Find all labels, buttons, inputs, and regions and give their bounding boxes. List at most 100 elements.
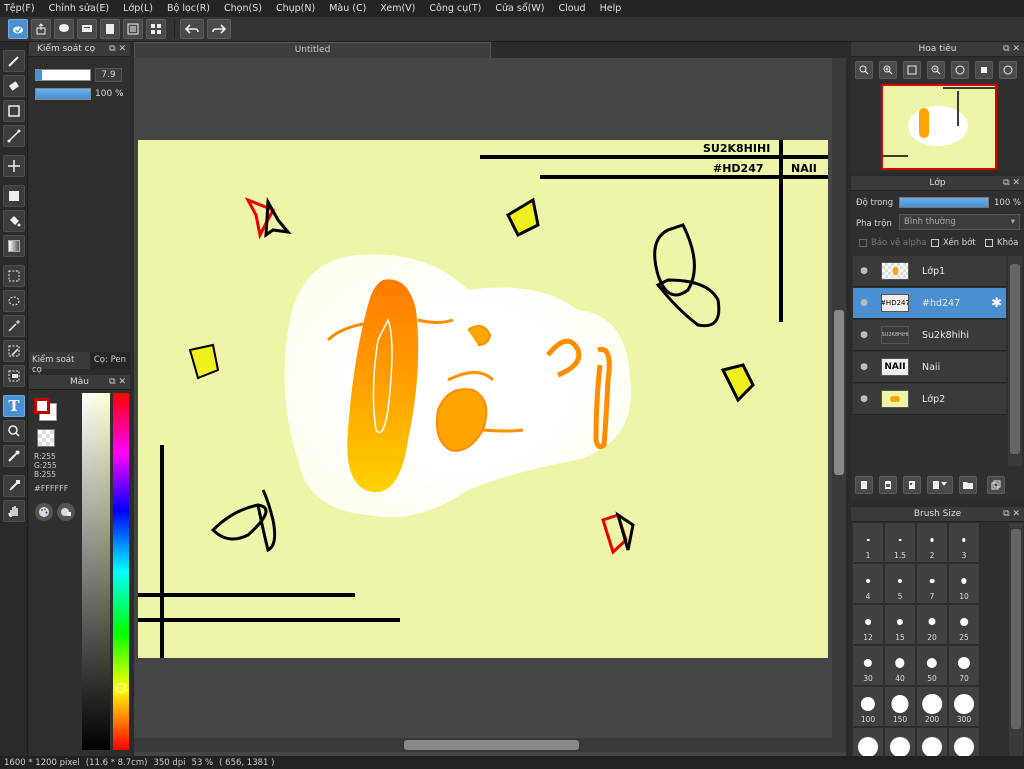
brush-size-option[interactable] [885,728,916,756]
menu-view[interactable]: Xem(V) [380,3,415,14]
tab-brush-control[interactable]: Kiểm soát cọ [29,352,90,375]
brush-size-option[interactable]: 40 [885,646,916,686]
brush-size-option[interactable]: 2 [917,523,948,563]
brush-size-option[interactable]: 15 [885,605,916,645]
brush-size-option[interactable]: 7 [917,564,948,604]
text-tool-icon[interactable]: T [3,395,25,417]
artwork-canvas[interactable]: SU2K8HIHI #HD247 NAII [138,140,828,658]
brush-opacity-slider[interactable] [35,88,91,100]
panel-float-close-icon[interactable]: ⧉ ✕ [109,377,126,387]
brush-size-option[interactable]: 25 [949,605,980,645]
panel-float-close-icon[interactable]: ⧉ ✕ [109,44,126,54]
brush-size-option[interactable]: 12 [853,605,884,645]
reset-view-icon[interactable] [975,61,993,79]
saturation-value-picker[interactable] [82,393,110,750]
layer-item[interactable]: ● SU2K8HIHI Su2k8hihi [853,320,1006,351]
rotate-left-icon[interactable] [951,61,969,79]
brush-size-option[interactable]: 30 [853,646,884,686]
protect-alpha-checkbox[interactable]: Bảo vệ alpha [859,238,926,248]
menu-layer[interactable]: Lớp(L) [123,3,153,14]
menu-window[interactable]: Cửa sổ(W) [495,3,544,14]
layer-item[interactable]: ● Lớp1 [853,256,1006,287]
new-8bit-layer-icon[interactable] [903,476,921,494]
duplicate-layer-icon[interactable] [987,476,1005,494]
layer-item[interactable]: ● Lớp2 [853,384,1006,415]
rect-tool-icon[interactable] [3,100,25,122]
brush-size-option[interactable]: 5 [885,564,916,604]
zoom-out-icon[interactable] [927,61,945,79]
visibility-dot-icon[interactable]: ● [857,362,871,372]
menu-select[interactable]: Chọn(S) [224,3,262,14]
lock-checkbox[interactable]: Khóa [985,238,1018,248]
new-layer-icon[interactable] [855,476,873,494]
lasso-tool-icon[interactable] [3,290,25,312]
horizontal-scrollbar[interactable] [134,738,846,752]
cloud-icon[interactable] [8,19,28,39]
zoom-in-icon[interactable] [879,61,897,79]
hand-tool-icon[interactable] [3,500,25,522]
zoom-fit-icon[interactable] [855,61,873,79]
brush-size-scroll-thumb[interactable] [1011,529,1021,729]
brush-size-option[interactable]: 10 [949,564,980,604]
export-icon[interactable] [31,19,51,39]
menu-edit[interactable]: Chỉnh sửa(E) [49,3,110,14]
brush-size-option[interactable]: 3 [949,523,980,563]
select-pen-tool-icon[interactable] [3,340,25,362]
brush-size-option[interactable]: 20 [917,605,948,645]
brush-size-value[interactable]: 7.9 [95,68,122,82]
message-icon[interactable] [77,19,97,39]
menu-file[interactable]: Tệp(F) [4,3,35,14]
layer-item-selected[interactable]: ● #HD247 #hd247 ✱ [853,288,1006,319]
select-rect-tool-icon[interactable] [3,265,25,287]
magic-wand-tool-icon[interactable] [3,315,25,337]
clipping-checkbox[interactable]: Xén bớt [931,238,976,248]
folder-icon[interactable] [959,476,977,494]
gradient-tool-icon[interactable] [3,235,25,257]
brush-size-option[interactable] [949,728,980,756]
brush-size-slider[interactable] [35,69,91,81]
layers-scroll-thumb[interactable] [1010,264,1020,454]
rotate-right-icon[interactable] [999,61,1017,79]
list-icon[interactable] [123,19,143,39]
grid-icon[interactable] [146,19,166,39]
blend-mode-select[interactable]: Bình thường ▾ [899,214,1020,230]
brush-size-option[interactable] [917,728,948,756]
vertical-scroll-thumb[interactable] [834,310,844,475]
visibility-dot-icon[interactable]: ● [857,330,871,340]
brush-size-option[interactable]: 4 [853,564,884,604]
eraser-tool-icon[interactable] [3,75,25,97]
page-icon[interactable] [100,19,120,39]
brush-size-option[interactable]: 150 [885,687,916,727]
brush-size-option[interactable] [853,728,884,756]
gear-icon[interactable]: ✱ [991,296,1002,311]
panel-float-close-icon[interactable]: ⧉ ✕ [1003,509,1020,519]
visibility-dot-icon[interactable]: ● [857,266,871,276]
dropper-tool-icon[interactable] [3,445,25,467]
horizontal-scroll-thumb[interactable] [404,740,579,750]
tab-brush-pen[interactable]: Cọ: Pen [90,352,130,369]
fill-rect-tool-icon[interactable] [3,185,25,207]
hue-handle[interactable] [116,683,126,693]
redo-icon[interactable] [207,19,231,39]
undo-icon[interactable] [180,19,204,39]
layer-item[interactable]: ● NAII Naii [853,352,1006,383]
visibility-dot-icon[interactable]: ● [857,394,871,404]
canvas-tab[interactable]: Untitled [134,42,491,58]
add-layer-dropdown-icon[interactable] [927,476,953,494]
move-tool-icon[interactable] [3,155,25,177]
panel-float-close-icon[interactable]: ⧉ ✕ [1003,178,1020,188]
menu-help[interactable]: Help [600,3,622,14]
brush-size-option[interactable]: 300 [949,687,980,727]
navigator-preview[interactable] [881,84,997,170]
eyedropper-icon[interactable] [3,475,25,497]
brush-size-option[interactable]: 1 [853,523,884,563]
menu-color[interactable]: Màu (C) [329,3,366,14]
menu-capture[interactable]: Chụp(N) [276,3,315,14]
brush-size-option[interactable]: 100 [853,687,884,727]
vertical-scrollbar[interactable] [832,58,846,738]
palette-icon[interactable] [35,503,53,521]
menu-tools[interactable]: Công cụ(T) [429,3,481,14]
bucket-tool-icon[interactable] [3,210,25,232]
menu-filter[interactable]: Bộ lọc(R) [167,3,210,14]
operation-tool-icon[interactable] [3,420,25,442]
